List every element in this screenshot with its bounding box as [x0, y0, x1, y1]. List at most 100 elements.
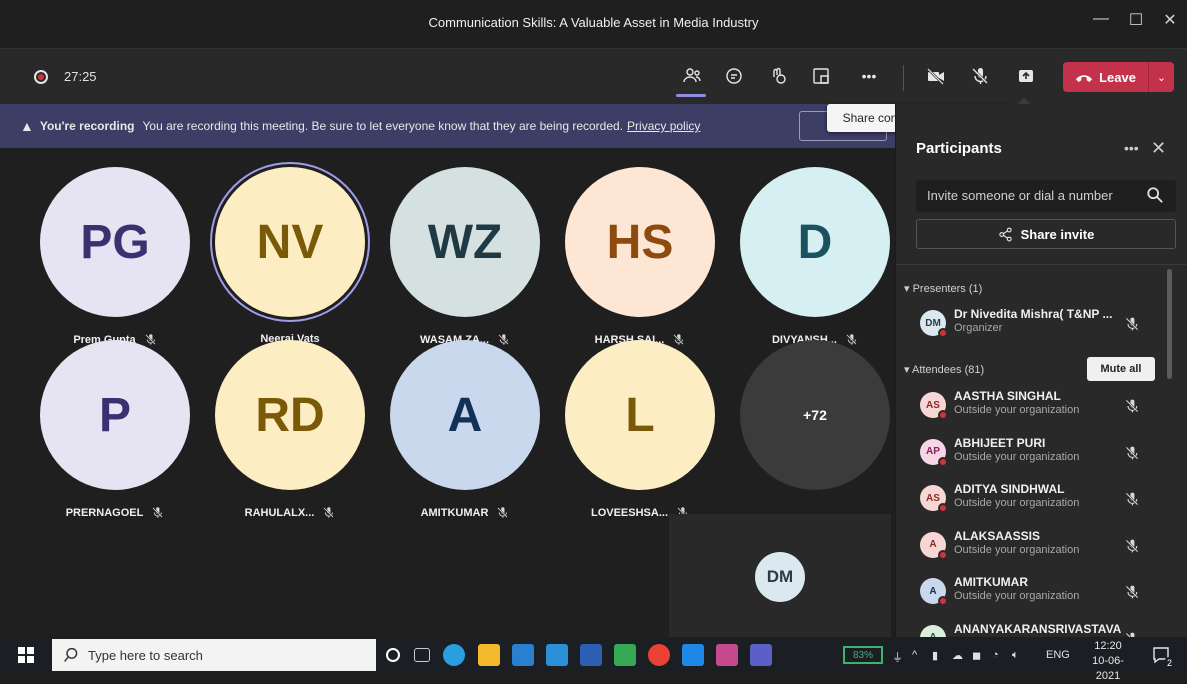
mic-off-icon[interactable] — [1124, 538, 1140, 554]
participant-name: RAHULALX... — [244, 506, 315, 519]
file-explorer-icon[interactable] — [478, 644, 500, 666]
participant-list-item[interactable]: A ALAKSAASSIS Outside your organization — [916, 526, 1166, 566]
avatar-initials: AP — [926, 446, 940, 457]
chat-icon[interactable] — [718, 61, 750, 91]
mic-off-icon[interactable] — [1124, 316, 1140, 332]
panel-scrollbar[interactable] — [1167, 269, 1172, 379]
task-view-icon[interactable] — [414, 648, 430, 662]
avatar-initials: A — [929, 585, 937, 597]
participants-icon[interactable] — [676, 61, 708, 91]
wifi-icon[interactable]: ◔ — [992, 649, 999, 661]
participant-list-item[interactable]: A AMITKUMAR Outside your organization — [916, 572, 1166, 612]
self-avatar: DM — [755, 552, 805, 602]
mic-off-icon — [496, 506, 509, 519]
show-hidden-icons-icon[interactable]: ^ — [912, 649, 917, 661]
chrome-icon[interactable] — [648, 644, 670, 666]
participant-tile[interactable]: PG Prem Gupta — [35, 167, 195, 346]
maps-icon[interactable] — [614, 644, 636, 666]
title-bar: Communication Skills: A Valuable Asset i… — [0, 0, 1187, 48]
avatar-initials: AS — [926, 399, 940, 411]
volume-icon[interactable]: 🔈︎ — [1012, 649, 1019, 662]
leave-label: Leave — [1099, 69, 1136, 85]
paint-icon[interactable] — [716, 644, 738, 666]
usb-icon[interactable]: ▮ — [932, 649, 938, 662]
participant-list-avatar: A — [920, 578, 948, 606]
leave-button[interactable]: Leave — [1063, 62, 1148, 92]
minimize-button[interactable]: — — [1086, 10, 1116, 28]
mic-off-icon[interactable] — [1124, 491, 1140, 507]
clock-time: 12:20 — [1094, 640, 1122, 652]
participant-tile[interactable]: HS HARSH SAI... — [560, 167, 720, 346]
privacy-policy-link[interactable]: Privacy policy — [627, 119, 700, 133]
taskbar-search[interactable]: Type here to search — [52, 639, 376, 671]
panel-more-button[interactable]: ••• — [1124, 140, 1139, 156]
maximize-button[interactable]: ☐ — [1121, 10, 1151, 30]
meeting-timer: 27:25 — [64, 69, 97, 84]
attendees-label: Attendees (81) — [911, 364, 985, 376]
participant-list-name: AMITKUMAR — [954, 575, 1028, 589]
notification-count: 2 — [1164, 657, 1175, 668]
participant-list-item[interactable]: AS AASTHA SINGHAL Outside your organizatio… — [916, 386, 1166, 426]
taskbar-clock[interactable]: 12:20 10-06-2021 — [1085, 639, 1131, 684]
participant-avatar: L — [565, 340, 715, 490]
battery-indicator[interactable]: 83% — [843, 646, 883, 664]
photos-icon[interactable] — [682, 644, 704, 666]
participant-tile[interactable]: +72 — [735, 340, 895, 490]
participant-tile[interactable]: WZ WASAM ZA... — [385, 167, 545, 346]
search-icon[interactable] — [1146, 186, 1164, 204]
network-icon[interactable]: ◼ — [972, 649, 981, 662]
rooms-icon[interactable] — [805, 61, 837, 91]
share-content-icon[interactable] — [1010, 61, 1042, 91]
participant-avatar: WZ — [390, 167, 540, 317]
mic-off-icon[interactable] — [1124, 398, 1140, 414]
status-dot-icon — [938, 596, 948, 606]
participant-tile[interactable]: D DIVYANSH... — [735, 167, 895, 346]
share-invite-button[interactable]: Share invite — [916, 219, 1176, 249]
share-invite-label: Share invite — [1020, 226, 1095, 242]
participant-list-item[interactable]: DM Dr Nivedita Mishra( T&NP ... Organizer — [916, 304, 1166, 344]
participant-tile[interactable]: NV Neeraj Vats — [210, 167, 370, 345]
panel-title: Participants — [916, 140, 1002, 157]
participant-list-subtitle: Outside your organization — [954, 590, 1080, 602]
panel-close-button[interactable]: ✕ — [1151, 138, 1166, 159]
mic-off-icon[interactable] — [1124, 445, 1140, 461]
participant-list-subtitle: Outside your organization — [954, 404, 1080, 416]
mic-off-icon[interactable] — [964, 61, 996, 91]
hangup-icon — [1075, 74, 1093, 82]
panel-separator — [896, 264, 1187, 265]
overflow-count: +72 — [740, 340, 890, 490]
presenters-section-toggle[interactable]: ▾ Presenters (1) — [904, 282, 982, 295]
participant-tile[interactable]: P PRERNAGOEL — [35, 340, 195, 519]
close-window-button[interactable]: ✕ — [1155, 10, 1185, 30]
participant-list-item[interactable]: AS ADITYA SINDHWAL Outside your organizati… — [916, 479, 1166, 519]
store-icon[interactable] — [512, 644, 534, 666]
participant-tile[interactable]: RD RAHULALX... — [210, 340, 370, 519]
word-icon[interactable] — [580, 644, 602, 666]
cortana-icon[interactable] — [386, 648, 400, 662]
participant-list-item[interactable]: AP ABHIJEET PURI Outside your organization — [916, 433, 1166, 473]
invite-input[interactable]: Invite someone or dial a number — [916, 180, 1176, 212]
mic-off-icon[interactable] — [1124, 584, 1140, 600]
participant-list-avatar: DM — [920, 310, 948, 338]
power-icon[interactable]: ⏚ — [892, 649, 903, 665]
recording-indicator-icon — [34, 70, 48, 84]
teams-icon[interactable] — [750, 644, 772, 666]
edge-icon[interactable] — [443, 644, 465, 666]
participant-tile[interactable]: L LOVEESHSA... — [560, 340, 720, 519]
participant-list-subtitle: Outside your organization — [954, 543, 1080, 556]
onedrive-icon[interactable]: ☁ — [952, 649, 963, 662]
windows-start-icon[interactable] — [18, 647, 34, 663]
participant-avatar: D — [740, 167, 890, 317]
attendees-section-toggle[interactable]: ▾ Attendees (81) — [904, 363, 984, 376]
leave-options-button[interactable]: ⌄ — [1148, 62, 1174, 92]
more-actions-button[interactable]: ••• — [853, 61, 885, 91]
status-dot-icon — [938, 328, 948, 338]
camera-off-icon[interactable] — [920, 61, 952, 91]
participant-list-avatar: AS — [920, 485, 948, 513]
participant-tile[interactable]: A AMITKUMAR — [385, 340, 545, 519]
reactions-icon[interactable] — [762, 61, 794, 91]
language-indicator[interactable]: ENG — [1046, 649, 1070, 661]
invite-placeholder: Invite someone or dial a number — [927, 188, 1113, 203]
mute-all-button[interactable]: Mute all — [1087, 357, 1155, 381]
mail-icon[interactable] — [546, 644, 568, 666]
